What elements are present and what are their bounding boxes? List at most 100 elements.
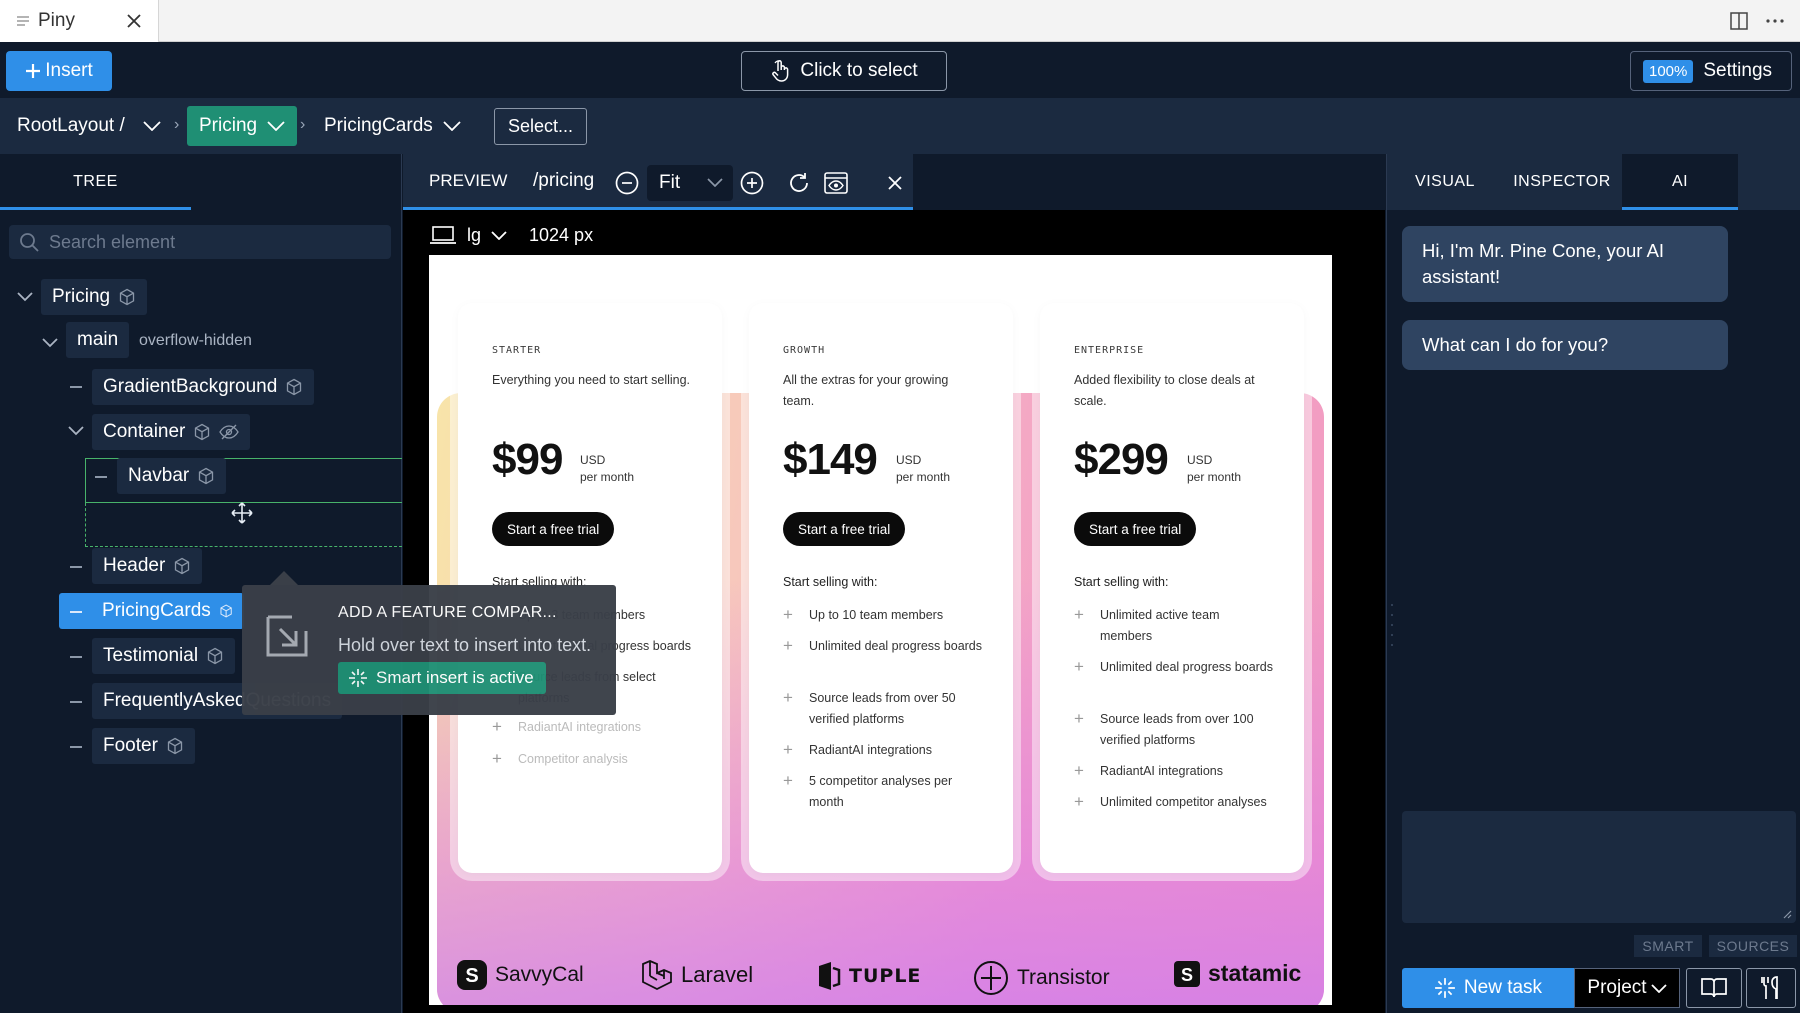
feature-text: 5 competitor analyses per month (809, 774, 953, 809)
resize-handle-icon[interactable] (1782, 909, 1792, 919)
chevron-down-icon[interactable] (267, 121, 285, 131)
chat-input[interactable] (1402, 811, 1796, 923)
component-icon (287, 378, 302, 396)
tree-node-class: overflow-hidden (139, 332, 252, 349)
zoom-settings[interactable]: 100% Settings (1630, 51, 1792, 91)
smart-insert-label: Smart insert is active (376, 668, 534, 687)
plus-icon: + (783, 771, 793, 790)
chevron-down-icon[interactable] (16, 288, 34, 306)
laptop-icon (430, 226, 456, 244)
card-currency: USD per month (896, 452, 950, 486)
start-trial-button[interactable]: Start a free trial (1074, 512, 1197, 546)
pricing-card-enterprise[interactable]: ENTERPRISE Added flexibility to close de… (1040, 303, 1304, 873)
card-description: All the extras for your growing team. (783, 373, 949, 408)
tree-node-label: Header (103, 555, 166, 576)
feature-item: + Up to 10 team members (783, 605, 983, 626)
eye-off-icon[interactable] (219, 423, 240, 441)
tab-preview[interactable]: PREVIEW (429, 154, 507, 207)
tab-inspector[interactable]: INSPECTOR (1503, 154, 1621, 210)
fit-value: Fit (659, 172, 681, 193)
right-panel: VISUAL INSPECTOR AI Hi, I'm Mr. Pine Con… (1386, 154, 1800, 1013)
plus-icon: + (492, 749, 502, 768)
preview-eye-icon[interactable] (823, 170, 849, 196)
insert-button[interactable]: Insert (6, 51, 112, 91)
tree-node-footer[interactable]: Footer (92, 728, 195, 764)
tree-node-pricing[interactable]: Pricing (41, 279, 148, 315)
tree-node-label: GradientBackground (103, 376, 278, 397)
currency-label: USD (580, 453, 606, 467)
close-icon[interactable] (882, 170, 908, 196)
click-to-select-label: Click to select (800, 60, 918, 81)
pricing-card-growth[interactable]: GROWTH All the extras for your growing t… (749, 303, 1013, 873)
settings-button[interactable]: Settings (1703, 60, 1772, 82)
logo-text: Laravel (681, 962, 754, 987)
breadcrumb-separator: › (174, 116, 180, 133)
card-currency: USD per month (1187, 452, 1241, 486)
new-task-button[interactable]: New task (1402, 968, 1574, 1008)
tree-node-main[interactable]: main (66, 322, 130, 358)
feature-item: + RadiantAI integrations (783, 740, 983, 761)
logo-text: Transistor (1017, 966, 1110, 989)
logo-cloud: S SavvyCal Laravel TUPLE Transistor S st… (429, 950, 1332, 1000)
tree-node-container[interactable]: Container (92, 414, 251, 450)
docs-button[interactable] (1686, 968, 1742, 1008)
tree-node-testimonial[interactable]: Testimonial (92, 638, 236, 674)
right-panel-tabs: VISUAL INSPECTOR AI (1387, 154, 1800, 210)
more-icon[interactable] (1760, 6, 1790, 36)
breadcrumb-root[interactable]: RootLayout / (17, 106, 161, 146)
chevron-down-icon[interactable] (143, 121, 161, 131)
insert-button-label: Insert (45, 60, 93, 81)
fit-select[interactable]: Fit (647, 165, 733, 201)
chevron-down-icon[interactable] (443, 121, 461, 131)
route-label[interactable]: /pricing (533, 154, 594, 207)
project-select[interactable]: Project (1574, 968, 1680, 1008)
tab-ai[interactable]: AI (1622, 154, 1738, 210)
search-icon (20, 233, 39, 252)
sources-toggle[interactable]: SOURCES (1709, 935, 1797, 957)
chevron-down-icon[interactable] (67, 422, 85, 440)
panel-resize-handle-icon[interactable] (1390, 600, 1394, 650)
card-subheading: Start selling with: (1074, 575, 1169, 589)
tools-button[interactable] (1746, 968, 1796, 1008)
smart-toggle[interactable]: SMART (1634, 935, 1702, 957)
tree-node-gradient-background[interactable]: GradientBackground (92, 369, 315, 405)
select-element-button[interactable]: Select... (494, 108, 587, 145)
tree-node-navbar[interactable]: Navbar (117, 458, 227, 494)
period-label: per month (580, 470, 635, 484)
component-icon (175, 557, 190, 575)
tab-visual[interactable]: VISUAL (1387, 154, 1503, 210)
split-editor-icon[interactable] (1724, 6, 1754, 36)
tab-tree[interactable]: TREE (0, 154, 191, 210)
tree-node-header[interactable]: Header (92, 548, 203, 584)
title-bar: Piny (0, 0, 1800, 42)
close-icon[interactable] (122, 9, 146, 33)
tab-underline (1622, 207, 1738, 210)
device-selector[interactable]: lg 1024 px (429, 220, 593, 250)
click-to-select-button[interactable]: Click to select (741, 51, 947, 91)
breadcrumb-active-label: Pricing (199, 115, 258, 136)
zoom-in-icon[interactable] (739, 170, 765, 196)
breadcrumb-active[interactable]: Pricing (187, 106, 298, 146)
sparkle-icon (1435, 978, 1455, 998)
refresh-icon[interactable] (786, 170, 812, 196)
chevron-down-icon[interactable] (41, 334, 59, 352)
card-tier: GROWTH (783, 345, 826, 356)
svg-text:S: S (1181, 965, 1193, 985)
search-input[interactable]: Search element (9, 225, 391, 259)
tree-node-pricing-cards[interactable]: PricingCards (59, 593, 244, 629)
tree-node-label: Pricing (52, 286, 111, 307)
document-tab-title: Piny (38, 10, 75, 31)
start-trial-button[interactable]: Start a free trial (492, 512, 615, 546)
feature-item: + Source leads from over 100 verified pla… (1074, 709, 1274, 751)
document-icon (17, 16, 29, 26)
card-tier: ENTERPRISE (1074, 345, 1145, 356)
zoom-badge[interactable]: 100% (1643, 59, 1694, 83)
breadcrumb-child[interactable]: PricingCards (324, 106, 461, 146)
card-currency: USD per month (580, 452, 634, 486)
start-trial-button[interactable]: Start a free trial (783, 512, 906, 546)
move-cursor-icon (231, 502, 253, 524)
feature-text: Source leads from over 100 verified plat… (1100, 712, 1254, 747)
statamic-logo-icon: S (1174, 960, 1200, 987)
document-tab[interactable]: Piny (0, 0, 159, 42)
zoom-out-icon[interactable] (614, 170, 640, 196)
